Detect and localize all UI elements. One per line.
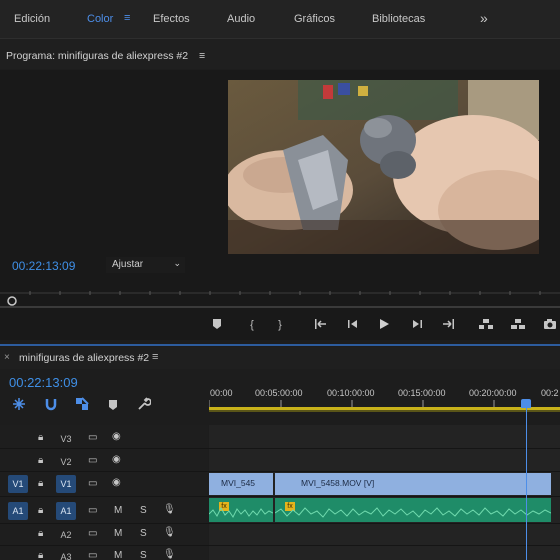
microphone-icon[interactable]: 🎙︎: [163, 527, 176, 538]
fit-select-value: Ajustar: [112, 259, 144, 270]
track-v2: 🔒︎ V2 ▭ ◉: [0, 451, 208, 471]
filmstrip-icon[interactable]: ▭: [88, 505, 97, 516]
solo-button[interactable]: S: [140, 550, 147, 560]
eye-icon[interactable]: ◉: [112, 454, 121, 465]
eye-icon[interactable]: ◉: [112, 431, 121, 442]
track-a3: 🔒︎ A3 ▭ M S 🎙︎: [0, 546, 208, 560]
mute-button[interactable]: M: [114, 550, 122, 560]
track-v3: 🔒︎ V3 ▭ ◉: [0, 428, 208, 448]
track-name: A3: [60, 552, 72, 560]
transport-controls: { }: [0, 310, 560, 340]
lock-icon[interactable]: 🔒︎: [38, 505, 43, 516]
mute-button[interactable]: M: [114, 505, 122, 516]
chevron-down-icon: ⌄: [173, 258, 181, 268]
clip-label: MVI_5458.MOV [V]: [301, 478, 375, 488]
program-timecode[interactable]: 00:22:13:09: [12, 259, 75, 273]
audio-clip[interactable]: fx: [209, 498, 273, 522]
add-marker-icon[interactable]: [107, 398, 119, 416]
solo-button[interactable]: S: [140, 528, 147, 539]
mark-out-icon[interactable]: }: [272, 318, 288, 332]
audio-clip[interactable]: fx: [275, 498, 551, 522]
more-workspaces-icon[interactable]: »: [480, 10, 488, 26]
video-clip[interactable]: MVI_5458.MOV [V]: [275, 473, 551, 495]
workspace-tab-edicion[interactable]: Edición: [14, 13, 50, 25]
program-mini-timeline[interactable]: [0, 283, 560, 309]
timeline-timecode[interactable]: 00:22:13:09: [9, 375, 78, 390]
timeline-ruler[interactable]: 00:00 00:05:00:00 00:10:00:00 00:15:00:0…: [209, 380, 560, 425]
lift-icon[interactable]: [478, 318, 494, 332]
workspace-tab-graficos[interactable]: Gráficos: [294, 13, 335, 25]
clip-label: MVI_545: [221, 478, 256, 488]
workspace-tab-bibliotecas[interactable]: Bibliotecas: [372, 13, 425, 25]
filmstrip-icon[interactable]: ▭: [88, 528, 97, 539]
play-icon[interactable]: [376, 318, 392, 332]
track-a1: A1 🔒︎ A1 ▭ M S 🎙︎: [0, 501, 208, 521]
source-patch-v1[interactable]: V1: [8, 475, 28, 493]
extract-icon[interactable]: [510, 318, 526, 332]
lock-icon[interactable]: 🔒︎: [38, 455, 43, 466]
source-patch-a1[interactable]: A1: [8, 502, 28, 520]
workspace-tab-efectos[interactable]: Efectos: [153, 13, 190, 25]
go-to-out-icon[interactable]: [440, 318, 456, 332]
track-divider: [0, 471, 560, 472]
track-name: V3: [60, 434, 72, 444]
go-to-in-icon[interactable]: [313, 318, 329, 332]
track-name-a1[interactable]: A1: [56, 502, 76, 520]
filmstrip-icon[interactable]: ▭: [88, 432, 97, 443]
workspace-bar: Edición Color ≡ Efectos Audio Gráficos B…: [0, 0, 560, 39]
filmstrip-icon[interactable]: ▭: [88, 455, 97, 466]
microphone-icon[interactable]: 🎙︎: [163, 504, 176, 515]
lock-icon[interactable]: 🔒︎: [38, 528, 43, 539]
video-preview: [228, 80, 539, 254]
eye-icon[interactable]: ◉: [112, 477, 121, 488]
mute-button[interactable]: M: [114, 528, 122, 539]
fit-select[interactable]: Ajustar ⌄: [106, 257, 185, 273]
lock-icon[interactable]: 🔒︎: [38, 478, 43, 489]
wrench-icon[interactable]: [137, 397, 152, 416]
audio-waveform: [275, 507, 551, 518]
video-frame-image: [228, 80, 539, 254]
ruler-ticks: [209, 400, 560, 412]
audio-waveform: [209, 506, 273, 518]
mark-in-icon[interactable]: {: [244, 318, 260, 332]
nest-toggle-icon[interactable]: [12, 397, 26, 416]
track-a2: 🔒︎ A2 ▭ M S 🎙︎: [0, 524, 208, 544]
filmstrip-icon[interactable]: ▭: [88, 550, 97, 560]
program-monitor-title-text: Programa: minifiguras de aliexpress #2: [6, 50, 189, 62]
solo-button[interactable]: S: [140, 505, 147, 516]
timeline-sequence-title[interactable]: minifiguras de aliexpress #2: [19, 352, 149, 364]
track-divider: [0, 496, 560, 497]
filmstrip-icon[interactable]: ▭: [88, 478, 97, 489]
linked-selection-icon[interactable]: [75, 397, 89, 416]
marker-icon[interactable]: [209, 318, 225, 332]
step-forward-icon[interactable]: [409, 318, 425, 332]
microphone-icon[interactable]: 🎙︎: [163, 549, 176, 560]
track-name: A2: [60, 530, 72, 540]
track-name-v1[interactable]: V1: [56, 475, 76, 493]
lock-icon[interactable]: 🔒︎: [38, 550, 43, 560]
program-monitor-title: Programa: minifiguras de aliexpress #2 ≡: [6, 50, 205, 62]
export-frame-icon[interactable]: [542, 318, 558, 332]
program-panel-menu-icon[interactable]: ≡: [199, 50, 205, 62]
video-clip[interactable]: MVI_545: [209, 473, 273, 495]
workspace-tab-color[interactable]: Color: [87, 13, 113, 25]
track-divider: [0, 523, 560, 524]
workspace-menu-icon[interactable]: ≡: [124, 12, 130, 24]
workspace-tab-audio[interactable]: Audio: [227, 13, 255, 25]
track-divider: [0, 545, 560, 546]
lock-icon[interactable]: 🔒︎: [38, 432, 43, 443]
step-back-icon[interactable]: [345, 318, 361, 332]
playhead-line[interactable]: [526, 399, 527, 560]
panel-divider[interactable]: [0, 344, 560, 346]
mini-timeline-ticks: [0, 291, 560, 308]
track-name: V2: [60, 457, 72, 467]
timeline-panel-menu-icon[interactable]: ≡: [152, 351, 158, 363]
track-divider: [0, 448, 560, 449]
close-icon[interactable]: ×: [4, 352, 10, 363]
snap-icon[interactable]: [44, 397, 58, 416]
track-v1: V1 🔒︎ V1 ▭ ◉: [0, 474, 208, 494]
